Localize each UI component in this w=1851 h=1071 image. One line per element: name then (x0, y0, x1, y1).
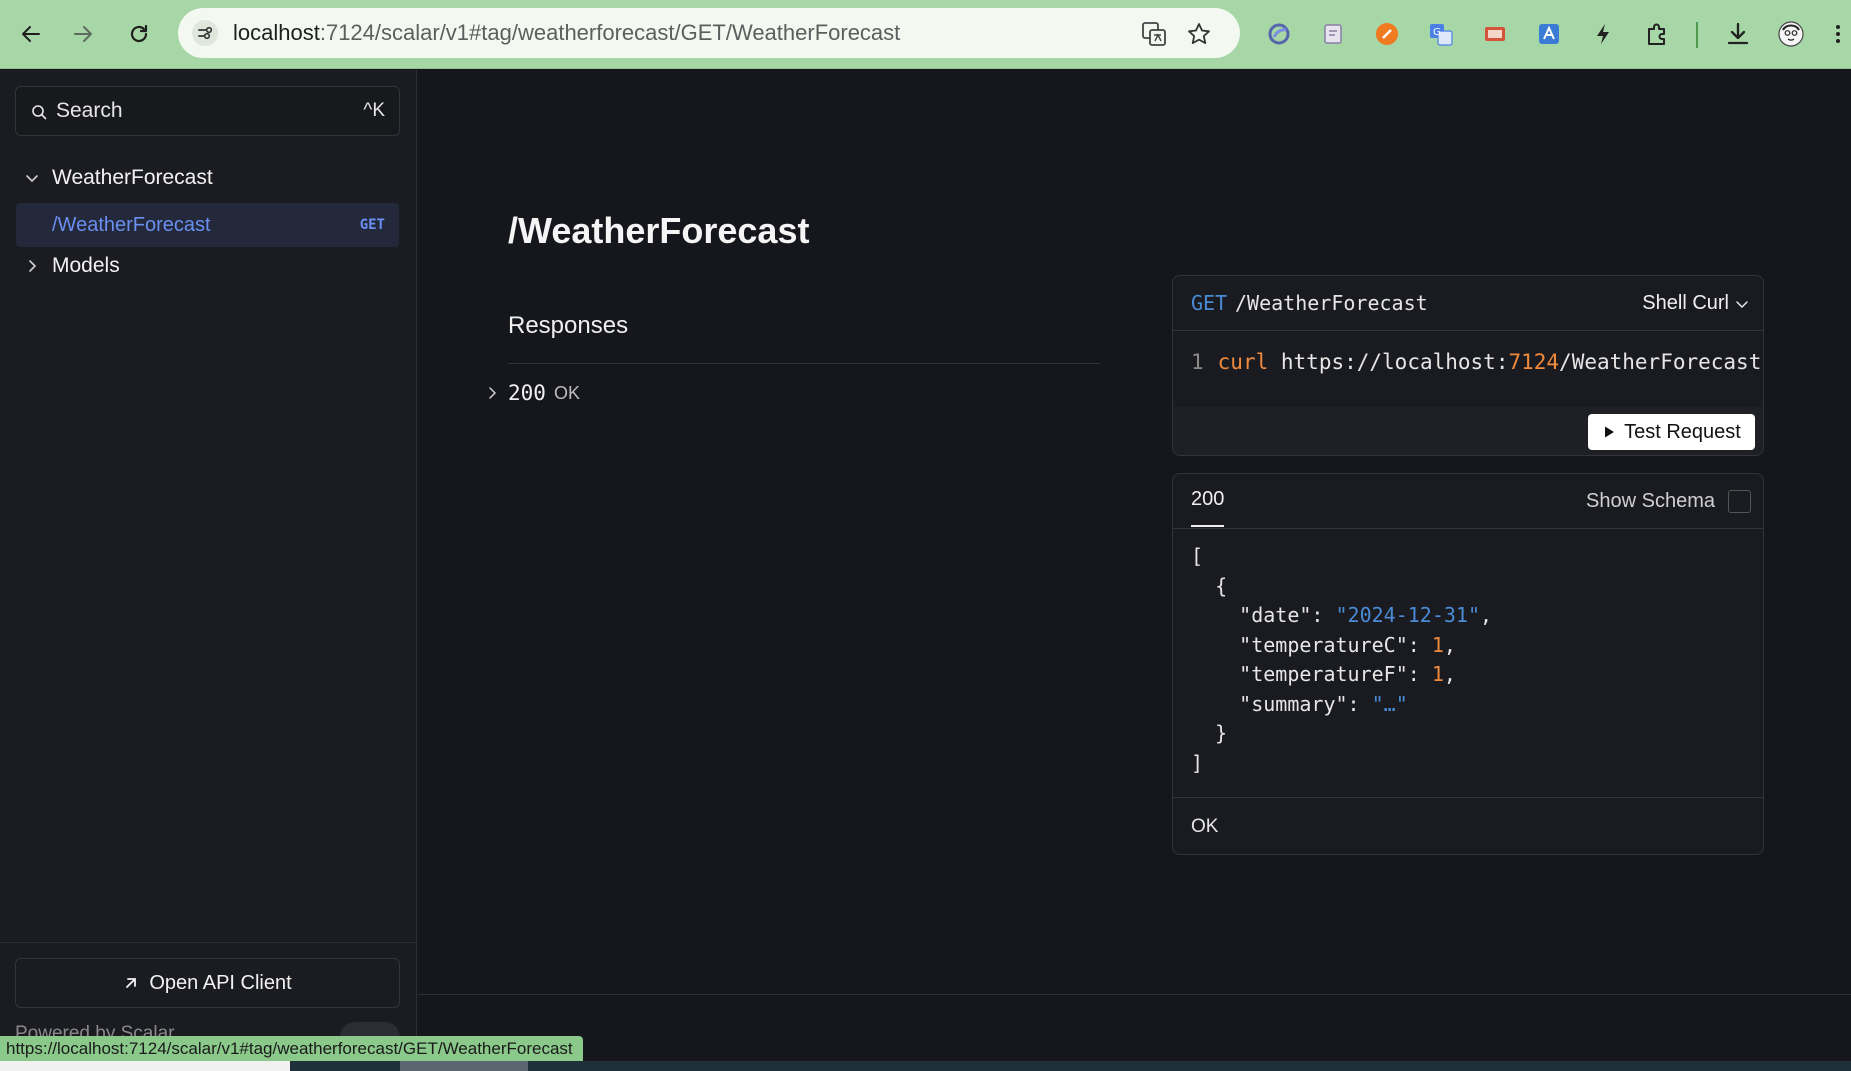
google-translate-ext-icon[interactable]: G (1427, 20, 1455, 48)
page-title: /WeatherForecast (508, 210, 810, 251)
profile-avatar-icon[interactable] (1777, 20, 1805, 48)
method-badge: GET (359, 217, 385, 233)
extension-5-icon[interactable] (1481, 20, 1509, 48)
reload-icon (130, 24, 148, 43)
response-json: [ { "date": "2024-12-31", "temperatureC"… (1191, 544, 1493, 775)
address-bar[interactable]: localhost:7124/scalar/v1#tag/weatherfore… (178, 8, 1240, 58)
lightning-icon[interactable] (1589, 20, 1617, 48)
response-code: 200 (508, 381, 546, 405)
back-button[interactable] (16, 16, 46, 52)
sidebar-group-models[interactable]: Models (24, 248, 404, 284)
sidebar-group-label: WeatherForecast (52, 166, 213, 189)
response-footer-text: OK (1191, 816, 1219, 837)
status-bar-url: https://localhost:7124/scalar/v1#tag/wea… (0, 1036, 583, 1062)
extension-6-icon[interactable] (1535, 20, 1563, 48)
arrow-left-icon (22, 26, 40, 42)
response-card-footer: OK (1173, 797, 1763, 854)
bookmark-star-icon[interactable] (1186, 21, 1212, 47)
taskbar (0, 1061, 1851, 1071)
sidebar-item-weatherforecast[interactable]: /WeatherForecast GET (16, 203, 399, 247)
main-content: /WeatherForecast Responses 200 OK GET /W… (418, 70, 1851, 995)
reload-button[interactable] (124, 16, 154, 52)
search-icon (32, 105, 47, 120)
sidebar-item-label: /WeatherForecast (52, 214, 211, 236)
translate-icon[interactable] (1141, 21, 1167, 47)
extension-2-icon[interactable] (1319, 20, 1347, 48)
browser-toolbar: localhost:7124/scalar/v1#tag/weatherfore… (0, 0, 1851, 69)
test-request-button[interactable]: Test Request (1588, 414, 1755, 450)
forward-button[interactable] (68, 16, 98, 52)
play-icon (1605, 426, 1615, 438)
sidebar-divider (0, 942, 416, 943)
response-200-row[interactable]: 200 OK (486, 381, 580, 405)
test-request-label: Test Request (1624, 420, 1741, 443)
url-text[interactable]: localhost:7124/scalar/v1#tag/weatherfore… (233, 8, 900, 58)
extensions-puzzle-icon[interactable] (1643, 20, 1671, 48)
site-settings-icon[interactable] (192, 20, 218, 46)
chevron-right-icon (489, 387, 497, 399)
request-method: GET (1191, 291, 1228, 315)
language-select[interactable]: Shell Curl (1642, 276, 1749, 331)
toolbar-divider (1696, 22, 1698, 48)
chevron-down-icon (1736, 300, 1748, 308)
svg-text:G: G (1433, 27, 1441, 38)
request-example-card: GET /WeatherForecast Shell Curl 1 curl ht… (1172, 275, 1764, 456)
taskbar-segment (0, 1061, 290, 1071)
responses-heading: Responses (508, 312, 629, 339)
chevron-down-icon (26, 175, 38, 183)
curl-code-line: 1 curl https://localhost:7124/WeatherFore… (1191, 350, 1762, 374)
extension-1-icon[interactable] (1265, 20, 1293, 48)
response-text: OK (553, 382, 580, 403)
open-api-client-button[interactable]: Open API Client (15, 958, 400, 1008)
request-card-header: GET /WeatherForecast Shell Curl (1173, 276, 1763, 331)
arrow-right-icon (74, 26, 92, 42)
download-icon[interactable] (1724, 20, 1752, 48)
search-input[interactable]: Search ^K (15, 86, 400, 136)
language-label: Shell Curl (1642, 292, 1729, 314)
sidebar: Search ^K WeatherForecast /WeatherForeca… (0, 70, 417, 1071)
response-card-header: 200 Show Schema (1173, 474, 1763, 529)
extension-3-icon[interactable] (1373, 20, 1401, 48)
search-shortcut: ^K (363, 100, 385, 121)
browser-menu-icon[interactable] (1828, 20, 1848, 48)
open-api-client-label: Open API Client (149, 971, 292, 994)
arrow-up-right-icon (126, 978, 137, 988)
show-schema-checkbox[interactable] (1728, 490, 1751, 513)
chevron-right-icon (29, 260, 37, 272)
response-example-card: 200 Show Schema [ { "date": "2024-12-31"… (1172, 473, 1764, 855)
tab-200[interactable]: 200 (1191, 474, 1225, 527)
taskbar-segment (400, 1061, 528, 1071)
request-path: /WeatherForecast (1235, 291, 1428, 315)
show-schema-label[interactable]: Show Schema (1586, 474, 1715, 529)
sidebar-group-weatherforecast[interactable]: WeatherForecast (24, 160, 404, 196)
main-bottom-divider (418, 994, 1851, 995)
sidebar-models-label: Models (52, 254, 120, 277)
search-placeholder: Search (56, 99, 123, 122)
responses-divider (508, 363, 1100, 364)
